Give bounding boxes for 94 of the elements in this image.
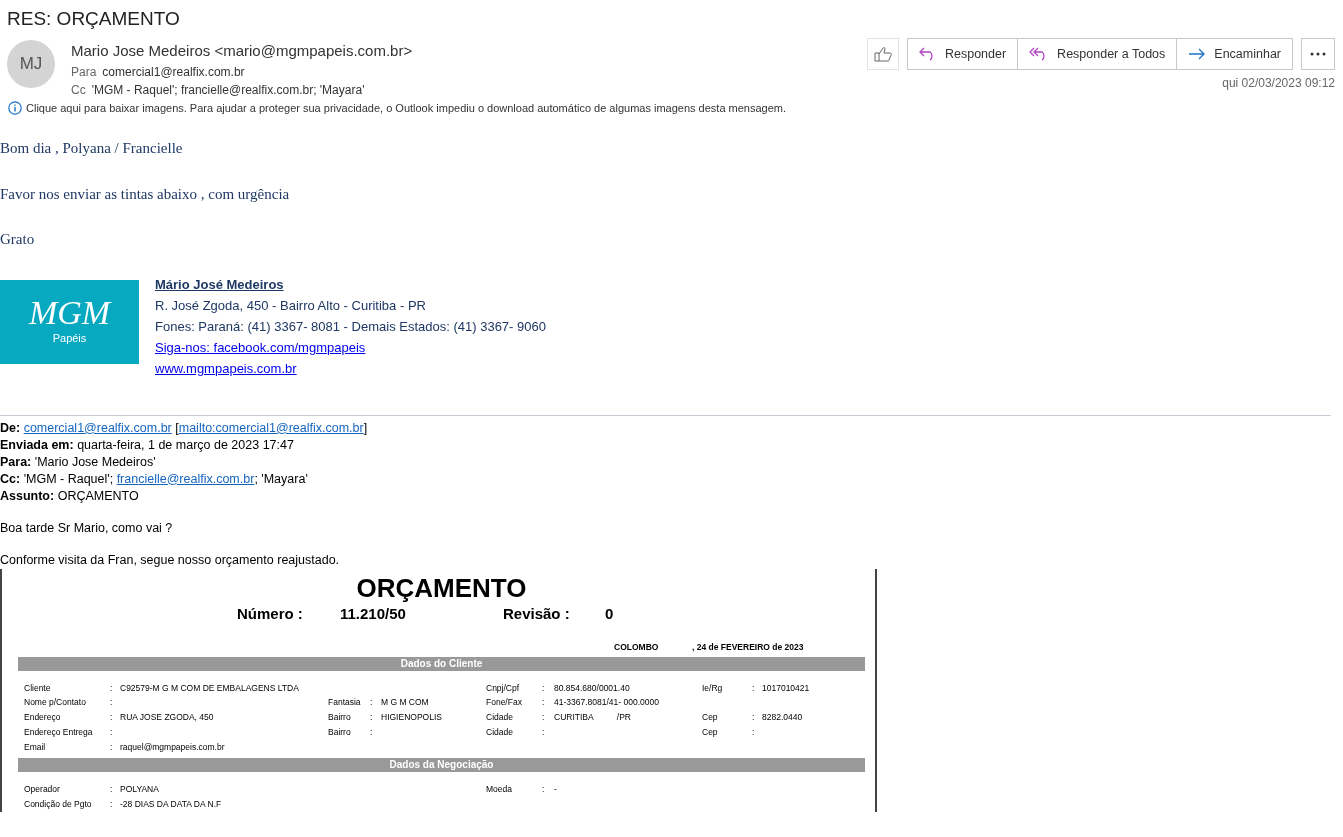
document-city: COLOMBO (614, 641, 660, 654)
field-separator: : (110, 681, 114, 695)
field-label: Cep (702, 725, 719, 739)
sender-name: Mario Jose Medeiros <mario@mgmpapeis.com.br> (71, 41, 413, 61)
document-date: , 24 de FEVEREIRO de 2023 (692, 641, 804, 654)
field-label: Cnpj/Cpf (486, 681, 521, 695)
message-paragraph: Grato (0, 230, 36, 249)
field-label: Cidade (486, 711, 514, 725)
field-separator: : (752, 711, 756, 725)
quoted-header-line: Cc: 'MGM - Raquel'; francielle@realfix.com.br; 'Mayara' (0, 470, 309, 488)
field-label: Bairro (328, 725, 352, 739)
field-label: Moeda (486, 783, 513, 797)
field-value: POLYANA (120, 783, 160, 797)
section-header: Dados da Negociação (18, 758, 865, 773)
field-value: raquel@mgmpapeis.com.br (120, 740, 226, 754)
more-button[interactable] (1301, 38, 1335, 70)
field-label: Bairro (328, 711, 352, 725)
recipient-label: Para (71, 63, 97, 81)
message-paragraph: Favor nos enviar as tintas abaixo , com urgência (0, 184, 291, 204)
like-button[interactable] (866, 38, 899, 70)
field-separator: : (370, 696, 374, 710)
number-label: Número : (237, 603, 304, 624)
field-separator: : (542, 681, 546, 695)
right-arrow-icon (1188, 48, 1207, 60)
recipient-label: Cc (71, 81, 86, 99)
recipient-value: 'MGM - Raquel'; francielle@realfix.com.br; 'Mayara' (91, 81, 365, 99)
field-value: 1017010421 (762, 681, 811, 695)
document-title: ORÇAMENTO (355, 571, 528, 603)
field-value: RUA JOSE ZGODA, 450 (120, 711, 215, 725)
field-value: 8282.0440 (762, 711, 804, 725)
field-value: C92579-M G M COM DE EMBALAGENS LTDA (120, 681, 300, 695)
field-label: Endereço Entrega (24, 725, 94, 739)
number-value: 11.210/50 (340, 603, 407, 624)
quoted-header-line: Para: 'Mario Jose Medeiros' (0, 453, 157, 471)
field-separator: : (542, 783, 546, 797)
field-separator: : (542, 696, 546, 710)
quoted-paragraph: Conforme visita da Fran, segue nosso orçamento reajustado. (0, 551, 341, 569)
revision-value: 0 (605, 603, 614, 624)
field-separator: : (110, 696, 114, 710)
field-label: Condição de Pgto (24, 797, 93, 811)
email-subject: RES: ORÇAMENTO (6, 7, 181, 31)
field-value: 80.854.680/0001.40 (554, 681, 631, 695)
thumbs-up-icon (873, 46, 892, 62)
revision-label: Revisão : (503, 603, 571, 624)
field-label: Fone/Fax (486, 696, 523, 710)
field-label: Fantasia (328, 696, 362, 710)
signature-link[interactable]: Siga-nos: facebook.com/mgmpapeis (155, 339, 366, 355)
action-button[interactable]: Responder (906, 38, 1019, 70)
logo-subtext: Papéis (52, 331, 87, 347)
field-separator: : (542, 725, 546, 739)
signature-phones: Fones: Paraná: (41) 3367- 8081 - Demais Estados: (41) 3367- 9060 (155, 317, 546, 336)
field-label: Ie/Rg (702, 681, 724, 695)
field-separator: : (752, 681, 756, 695)
field-value: M G M COM (381, 696, 430, 710)
field-separator: : (110, 740, 114, 754)
signature-link[interactable]: www.mgmpapeis.com.br (155, 360, 297, 376)
logo-text: MGM (28, 296, 111, 331)
field-label: Operador (24, 783, 61, 797)
quoted-paragraph: Boa tarde Sr Mario, como vai ? (0, 519, 174, 537)
signature-address: R. José Zgoda, 450 - Bairro Alto - Curitiba - PR (155, 296, 427, 315)
field-value: - (554, 783, 558, 797)
quoted-header-line: De: comercial1@realfix.com.br [mailto:comercial1@realfix.com.br] (0, 419, 369, 437)
field-separator: : (110, 783, 114, 797)
field-label: Cliente (24, 681, 52, 695)
field-separator: : (110, 711, 114, 725)
field-label: Endereço (24, 711, 62, 725)
section-header: Dados do Cliente (18, 656, 865, 671)
field-value: HIGIENOPOLIS (381, 711, 443, 725)
action-button[interactable]: Responder a Todos (1018, 38, 1178, 70)
quoted-header-line: Enviada em: quarta-feira, 1 de março de 2023 17:47 (0, 436, 295, 454)
field-separator: : (752, 725, 756, 739)
field-separator: : (110, 797, 114, 811)
message-date: qui 02/03/2023 09:12 (1222, 75, 1335, 92)
field-value: -28 DIAS DA DATA DA N.F (120, 797, 223, 811)
field-value: 41-3367.8081/41- 000.0000 (554, 696, 660, 710)
ellipsis-icon (1310, 52, 1326, 56)
field-separator: : (110, 725, 114, 739)
signature-name: Mário José Medeiros (155, 275, 285, 294)
field-separator: : (542, 711, 546, 725)
message-paragraph: Bom dia , Polyana / Francielle (0, 139, 184, 158)
action-button[interactable]: Encaminhar (1177, 38, 1293, 70)
field-label: Nome p/Contato (24, 696, 87, 710)
field-separator: : (370, 725, 374, 739)
field-label: Cep (702, 711, 719, 725)
field-label: Email (24, 740, 47, 754)
info-icon (8, 100, 22, 115)
recipient-value: comercial1@realfix.com.br (102, 63, 245, 81)
email-link[interactable]: comercial1@realfix.com.br (23, 420, 172, 435)
field-separator: : (370, 711, 374, 725)
field-label: Cidade (486, 725, 514, 739)
sender-avatar: MJ (7, 40, 55, 88)
quoted-header-line: Assunto: ORÇAMENTO (0, 487, 140, 505)
info-message[interactable]: Clique aqui para baixar imagens. Para ajudar a proteger sua privacidade, o Outlook impediu o download automático de algumas imagens desta mensagem. (26, 99, 787, 116)
field-value: CURITIBA /PR (554, 711, 632, 725)
